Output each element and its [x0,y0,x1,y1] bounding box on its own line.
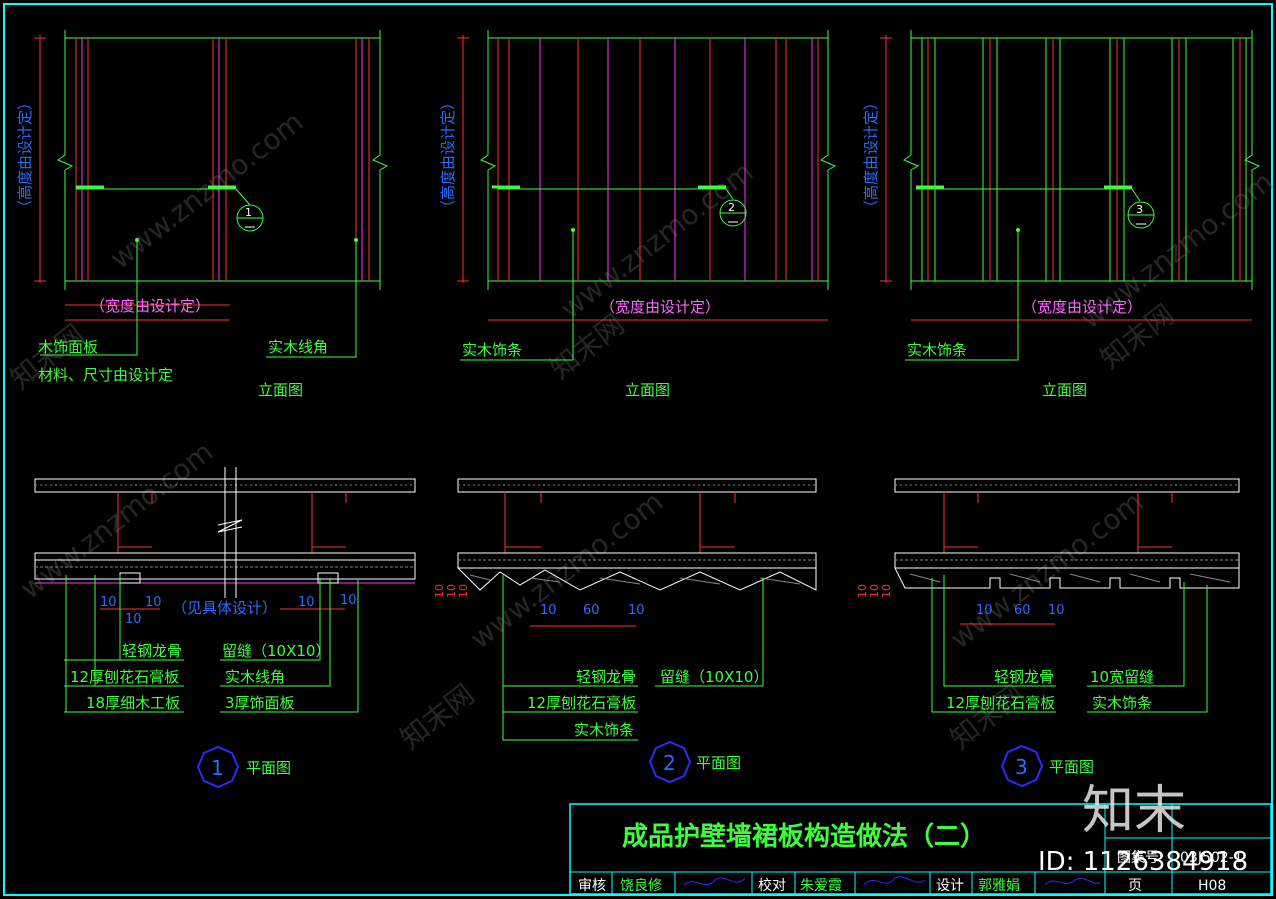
height-label: （高度由设计定） [862,95,880,215]
page-label: 页 [1128,878,1142,894]
watermark-site: www.znzmo.com [104,105,309,276]
plan-label: 10宽留缝 [1090,668,1154,686]
plan-label: 轻钢龙骨 [576,668,636,686]
plan-label: 3厚饰面板 [225,694,295,712]
label-wood-panel: 木饰面板 [38,338,98,356]
plan-side-dimension: 10 [457,584,470,598]
width-label: （宽度由设计定） [600,298,720,316]
plan-label: 实木饰条 [574,721,634,739]
plan-label: 留缝（10X10） [660,668,768,686]
plan-note: （见具体设计） [172,599,277,617]
watermark-cn: 知末网 [544,308,631,386]
plan-dimension: 10 [145,595,162,610]
checker-signature [863,876,926,886]
watermark-logo: 知末 [1082,781,1186,841]
reviewer-name: 饶良修 [620,878,662,894]
elevation-callout: 3 [1136,203,1143,216]
plan-label: 12厚刨花石膏板 [946,694,1055,712]
height-label: （高度由设计定） [16,95,34,215]
plan-label: 12厚刨花石膏板 [527,694,636,712]
plan-dimension: 10 [1048,603,1065,618]
plan-dimension: 60 [1014,603,1031,618]
plan-dimension: 60 [583,603,600,618]
label-material-note: 材料、尺寸由设计定 [38,366,173,384]
checker-name: 朱爱霞 [800,878,842,894]
plan-label: 留缝（10X10） [222,642,330,660]
drawing-title: 成品护壁墙裙板构造做法（二） [622,821,986,852]
width-label: （宽度由设计定） [1022,298,1142,316]
elevation-title: 立面图 [625,381,670,399]
elevation-callout: 2 [728,201,735,214]
plan-number: 3 [1015,755,1028,779]
designer-name: 郭雅娟 [978,877,1020,894]
label-wood-strip: 实木饰条 [462,341,522,359]
watermark-site: www.znzmo.com [14,435,219,606]
watermark-site: www.znzmo.com [464,485,669,656]
plan-label: 18厚细木工板 [86,694,180,712]
plan-dimension: 10 [298,595,315,610]
page-number: H08 [1198,878,1226,894]
plan-label: 12厚刨花石膏板 [70,668,179,686]
watermark-id: ID: 1126384918 [1038,847,1248,877]
watermark-site: www.znzmo.com [944,485,1149,656]
plan-dimension: 10 [340,593,357,608]
plan-label: 轻钢龙骨 [994,668,1054,686]
plan-title: 平面图 [246,759,291,777]
label-wood-trim: 实木线角 [268,338,328,356]
watermark-cn: 知末网 [394,678,481,756]
plan-label: 实木线角 [225,668,285,686]
plan-dimension: 10 [628,603,645,618]
plan-title: 平面图 [696,754,741,772]
plan-dimension: 10 [976,603,993,618]
elevation-title: 立面图 [1042,381,1087,399]
plan-dimension: 10 [540,603,557,618]
plan-1: 10 10 10 10 10 （见具体设计） 轻钢龙骨 12厚刨花石膏板 18厚… [34,467,416,789]
elevation-title: 立面图 [258,381,303,399]
watermark-cn: 知末网 [944,678,1031,756]
plan-number: 2 [663,751,676,775]
plan-dimension: 10 [100,595,117,610]
width-label: （宽度由设计定） [90,297,210,315]
plan-side-dimension: 10 [880,584,893,598]
plan-number: 1 [211,756,224,780]
elevation-callout: 1 [245,206,252,219]
design-label: 设计 [936,878,964,894]
plan-label: 轻钢龙骨 [122,642,182,660]
designer-signature [1044,878,1101,886]
plan-label: 实木饰条 [1092,694,1152,712]
plan-dimension: 10 [125,612,142,627]
height-label: （高度由设计定） [439,95,457,215]
plan-3: 10 60 10 10 10 10 轻钢龙骨 12厚刨花石膏板 10宽留缝 实木… [856,478,1240,788]
cad-drawing: www.znzmo.com www.znzmo.com www.znzmo.co… [3,3,1276,896]
reviewer-signature [683,877,746,886]
elevation-2: （高度由设计定） 2 （宽度由设计定） 实木饰条 立面图 [439,30,837,399]
plan-title: 平面图 [1049,758,1094,776]
check-label: 校对 [758,877,786,894]
review-label: 审核 [578,878,606,894]
label-wood-strip: 实木饰条 [907,341,967,359]
